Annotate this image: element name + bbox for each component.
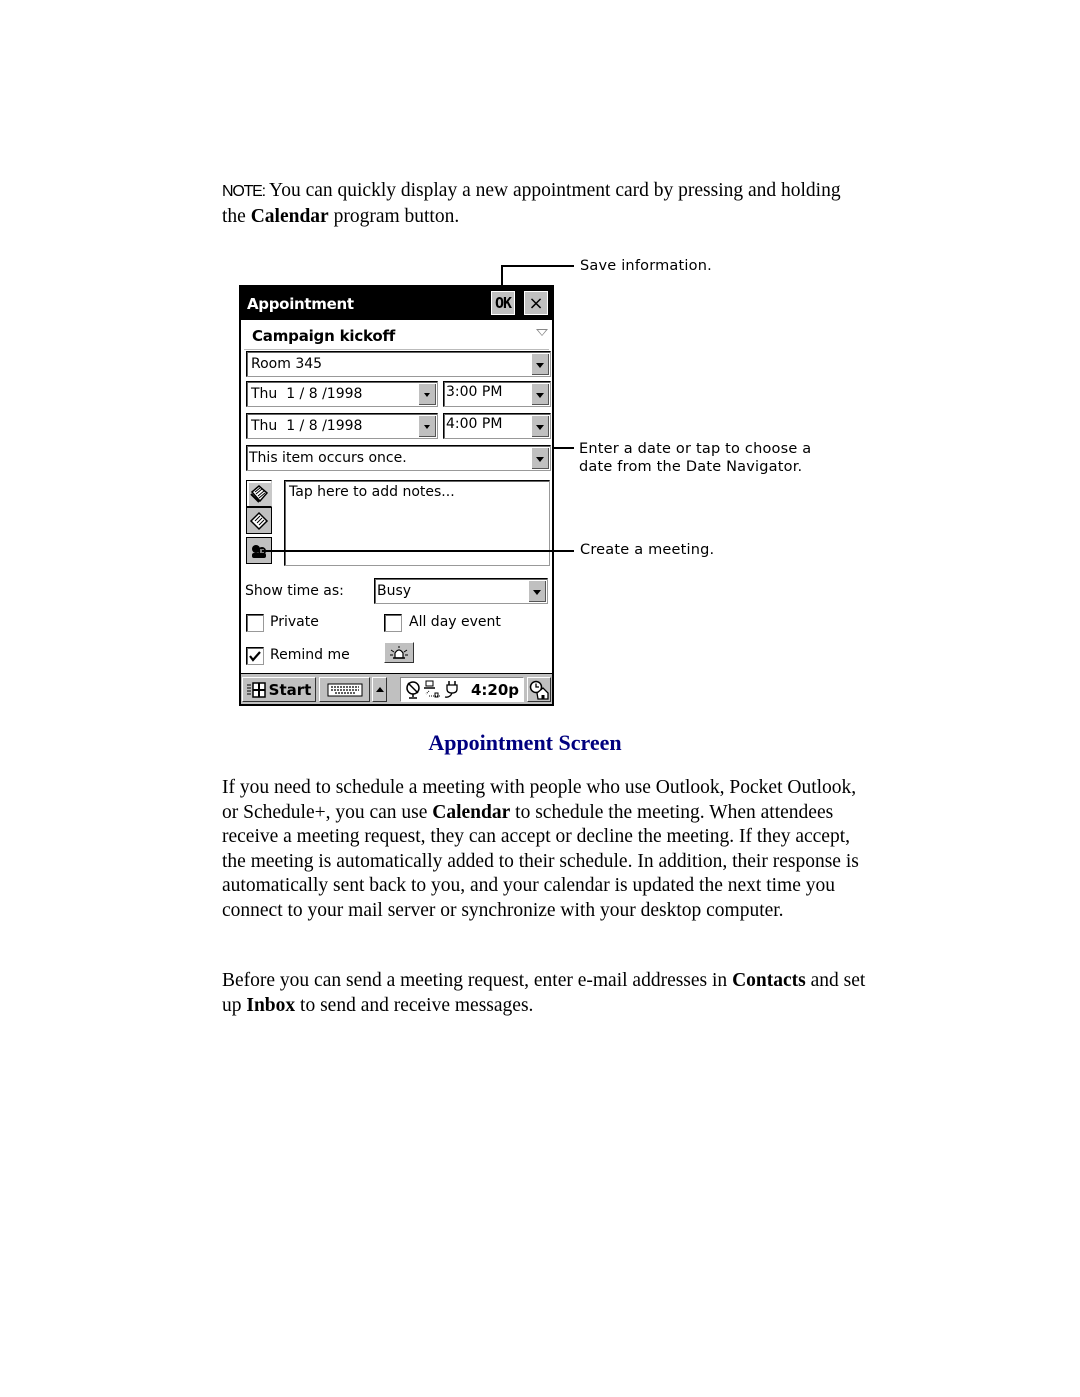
note-text-end: program button. [328,206,460,227]
remind-me-checkbox[interactable] [246,647,264,665]
para1-bold-calendar: Calendar [432,801,511,823]
callout-line-meeting [262,550,574,552]
recurrence-dropdown-button[interactable] [531,447,549,469]
start-time-value: 3:00 PM [446,384,503,400]
start-label: Start [268,680,312,699]
callout-save-information: Save information. [580,258,712,274]
clock[interactable]: 4:20p [471,681,519,699]
end-date-field[interactable]: Thu 1 / 8 /1998 [246,413,438,439]
para2-text-a: Before you can send a meeting request, e… [222,970,733,991]
show-time-value: Busy [377,583,412,599]
subject-dropdown-icon[interactable] [536,329,548,336]
subject-field[interactable]: Campaign kickoff [252,327,395,345]
para2-text-e: to send and receive messages. [295,994,534,1016]
power-plug-icon[interactable] [444,680,460,699]
note-bold-calendar: Calendar [250,206,329,227]
callout-date-line1: Enter a date or tap to choose a [579,441,812,457]
end-date-value: Thu 1 / 8 /1998 [251,418,363,434]
para2-bold-inbox: Inbox [246,994,296,1016]
close-button[interactable]: × [524,291,548,315]
figure-caption: Appointment Screen [428,730,622,755]
keyboard-icon [327,683,362,696]
window-title: Appointment [247,295,354,313]
callout-date-line2: date from the Date Navigator. [579,459,803,475]
divider [244,349,549,350]
notes-icon [250,484,269,503]
note-paragraph: NOTE: You can quickly display a new appo… [222,178,862,229]
input-panel-button[interactable] [319,677,370,702]
body-paragraph-2: Before you can send a meeting request, e… [222,969,872,1018]
appointment-window: Appointment OK × Campaign kickoff Room 3… [239,285,554,706]
sync-icon[interactable] [404,680,422,699]
end-time-dropdown-button[interactable] [531,415,549,437]
today-button[interactable] [527,677,551,702]
reminder-settings-button[interactable] [384,642,414,663]
show-time-label: Show time as: [245,583,344,599]
categories-icon [249,511,269,530]
windows-flag-icon [246,681,266,698]
show-time-select[interactable]: Busy [374,578,548,604]
start-time-field[interactable]: 3:00 PM [443,381,551,407]
checkmark-icon [249,651,261,662]
network-icon[interactable] [423,680,443,699]
para2-bold-contacts: Contacts [732,970,806,991]
input-method-arrow-button[interactable] [372,677,387,702]
taskbar: Start 4:20p [241,673,552,704]
private-label: Private [270,614,319,630]
notes-tab[interactable] [246,480,272,507]
end-time-field[interactable]: 4:00 PM [443,413,551,439]
callout-create-meeting: Create a meeting. [580,542,715,558]
categories-tab[interactable] [246,507,272,534]
recurrence-value: This item occurs once. [249,450,407,466]
start-date-field[interactable]: Thu 1 / 8 /1998 [246,381,438,407]
callout-line-save-h [501,265,574,267]
remind-me-label: Remind me [270,647,350,663]
end-date-dropdown-button[interactable] [418,415,436,437]
location-dropdown-button[interactable] [531,353,549,375]
start-button[interactable]: Start [242,677,316,702]
private-checkbox[interactable] [246,614,264,632]
alarm-bell-icon [390,645,408,659]
title-bar: Appointment OK × [241,287,552,320]
location-value: Room 345 [251,356,323,372]
start-time-dropdown-button[interactable] [531,383,549,405]
ok-button[interactable]: OK [491,291,515,315]
end-time-value: 4:00 PM [446,416,503,432]
show-time-dropdown-button[interactable] [528,580,546,602]
all-day-event-checkbox[interactable] [384,614,402,632]
system-tray: 4:20p [400,677,524,702]
start-date-value: Thu 1 / 8 /1998 [251,386,363,402]
start-date-dropdown-button[interactable] [418,383,436,405]
body-paragraph-1: If you need to schedule a meeting with p… [222,776,872,924]
notes-placeholder: Tap here to add notes... [289,484,455,500]
today-clock-house-icon [529,680,549,700]
recurrence-field[interactable]: This item occurs once. [246,445,551,471]
location-field[interactable]: Room 345 [246,351,551,377]
all-day-event-label: All day event [409,614,501,630]
note-label: NOTE: [222,183,266,200]
notes-area[interactable]: Tap here to add notes... [284,480,550,566]
